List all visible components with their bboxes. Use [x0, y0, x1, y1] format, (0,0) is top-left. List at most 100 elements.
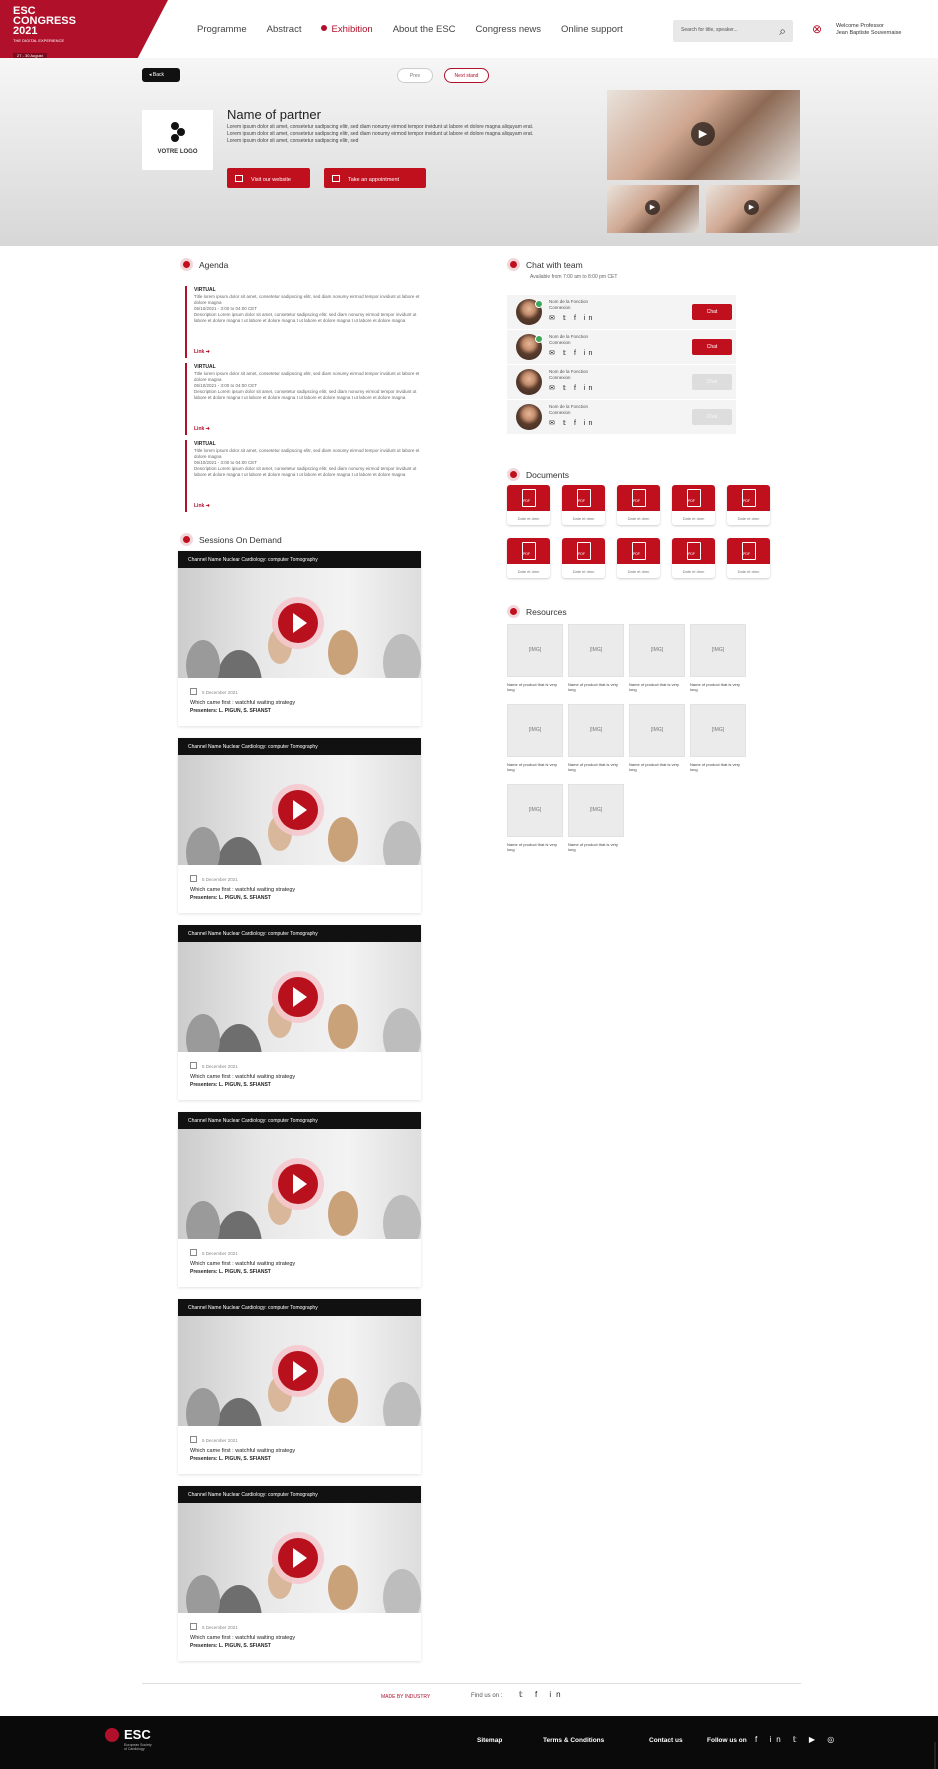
- pdf-icon: [617, 485, 660, 511]
- partner-video-thumb[interactable]: ▶: [706, 185, 800, 233]
- audience-figure: [186, 1014, 220, 1052]
- take-appointment-button[interactable]: Take an appointment: [324, 168, 426, 188]
- play-icon[interactable]: ▶: [744, 200, 759, 215]
- session-card[interactable]: Channel Name Nuclear Cardiology: compute…: [178, 1299, 421, 1474]
- nav-about-the-esc[interactable]: About the ESC: [393, 24, 456, 35]
- member-social-icons[interactable]: ✉ 𝕥 f in: [549, 419, 595, 427]
- resource-label: Name of product that is very long: [629, 762, 680, 772]
- back-button[interactable]: ◂ Back: [142, 68, 180, 82]
- session-thumbnail[interactable]: [178, 1503, 421, 1613]
- page: ESC CONGRESS 2021 THE DIGITAL EXPERIENCE…: [0, 0, 938, 1769]
- site-header: ESC CONGRESS 2021 THE DIGITAL EXPERIENCE…: [0, 0, 938, 58]
- resource-item[interactable]: [IMG] Name of product that is very long: [507, 704, 564, 779]
- session-card[interactable]: Channel Name Nuclear Cardiology: compute…: [178, 738, 421, 913]
- agenda-item-title: Title lorem ipsum dolor sit amet, conset…: [194, 371, 420, 382]
- footer-link-contact[interactable]: Contact us: [649, 1737, 683, 1744]
- resource-item[interactable]: [IMG] Name of product that is very long: [690, 704, 747, 779]
- session-thumbnail[interactable]: [178, 942, 421, 1052]
- partner-social-icons[interactable]: 𝕥 f in: [519, 1690, 566, 1699]
- session-thumbnail[interactable]: [178, 755, 421, 865]
- audience-figure: [383, 634, 421, 678]
- document-item[interactable]: Date et dmn: [672, 538, 715, 578]
- pdf-icon: [617, 538, 660, 564]
- member-social-icons[interactable]: ✉ 𝕥 f in: [549, 314, 595, 322]
- nav-exhibition[interactable]: Exhibition: [321, 24, 372, 35]
- session-thumbnail[interactable]: [178, 1316, 421, 1426]
- agenda-item-link[interactable]: Link ➜: [194, 503, 210, 509]
- resource-label: Name of product that is very long: [568, 682, 619, 692]
- resource-item[interactable]: [IMG] Name of product that is very long: [690, 624, 747, 699]
- play-icon[interactable]: [278, 603, 318, 643]
- play-icon[interactable]: [278, 1351, 318, 1391]
- play-icon[interactable]: [278, 1538, 318, 1578]
- search-input[interactable]: Search for title, speaker... ⌕: [673, 20, 793, 42]
- agenda-item-link[interactable]: Link ➜: [194, 426, 210, 432]
- document-item[interactable]: Date et dmn: [672, 485, 715, 525]
- agenda-item-title: Title lorem ipsum dolor sit amet, conset…: [194, 294, 420, 305]
- session-card[interactable]: Channel Name Nuclear Cardiology: compute…: [178, 925, 421, 1100]
- document-label: Date et dmn: [627, 569, 650, 574]
- document-item[interactable]: Date et dmn: [562, 538, 605, 578]
- footer-logo[interactable]: ESC: [124, 1727, 151, 1742]
- session-card[interactable]: Channel Name Nuclear Cardiology: compute…: [178, 1486, 421, 1661]
- play-icon[interactable]: [278, 977, 318, 1017]
- nav-programme[interactable]: Programme: [197, 24, 247, 35]
- document-item[interactable]: Date et dmn: [617, 485, 660, 525]
- pdf-icon: [727, 485, 770, 511]
- resource-item[interactable]: [IMG] Name of product that is very long: [568, 624, 625, 699]
- resource-item[interactable]: [IMG] Name of product that is very long: [568, 704, 625, 779]
- session-card[interactable]: Channel Name Nuclear Cardiology: compute…: [178, 551, 421, 726]
- footer-link-sitemap[interactable]: Sitemap: [477, 1737, 502, 1744]
- document-item[interactable]: Date et dmn: [562, 485, 605, 525]
- prev-stand-button[interactable]: Prev: [397, 68, 433, 83]
- document-item[interactable]: Date et dmn: [507, 485, 550, 525]
- document-item[interactable]: Date et dmn: [617, 538, 660, 578]
- member-social-icons[interactable]: ✉ 𝕥 f in: [549, 349, 595, 357]
- chat-button-disabled: Chat: [692, 374, 732, 390]
- play-icon[interactable]: ▶: [645, 200, 660, 215]
- session-thumbnail[interactable]: [178, 568, 421, 678]
- footer-follow-label: Follow us on: [707, 1737, 747, 1744]
- session-thumbnail[interactable]: [178, 1129, 421, 1239]
- page-edge-divider: [934, 1742, 936, 1769]
- audience-figure: [383, 1008, 421, 1052]
- audience-figure: [328, 817, 358, 862]
- resource-item[interactable]: [IMG] Name of product that is very long: [568, 784, 625, 859]
- agenda-item: VIRTUAL Title lorem ipsum dolor sit amet…: [185, 440, 430, 512]
- session-title: Which came first : watchful waiting stra…: [190, 1261, 296, 1267]
- resource-item[interactable]: [IMG] Name of product that is very long: [629, 624, 686, 699]
- document-item[interactable]: Date et dmn: [727, 538, 770, 578]
- play-icon[interactable]: ▶: [691, 122, 715, 146]
- esc-congress-logo[interactable]: ESC CONGRESS 2021 THE DIGITAL EXPERIENCE…: [0, 0, 168, 58]
- chat-button[interactable]: Chat: [692, 339, 732, 355]
- agenda-item-description: Description Lorem ipsum dolor sit amet, …: [194, 389, 417, 400]
- partner-video-main[interactable]: ▶: [607, 90, 800, 180]
- member-name: Nom de la Fonction: [549, 369, 589, 374]
- member-social-icons[interactable]: ✉ 𝕥 f in: [549, 384, 595, 392]
- next-stand-button[interactable]: Next stand: [444, 68, 489, 83]
- session-date: 5 December 2021: [190, 1436, 421, 1443]
- resource-item[interactable]: [IMG] Name of product that is very long: [629, 704, 686, 779]
- search-icon[interactable]: ⌕: [779, 24, 786, 39]
- agenda-item-link[interactable]: Link ➜: [194, 349, 210, 355]
- session-card[interactable]: Channel Name Nuclear Cardiology: compute…: [178, 1112, 421, 1287]
- play-icon[interactable]: [278, 1164, 318, 1204]
- nav-abstract[interactable]: Abstract: [267, 24, 302, 35]
- footer-social-icons[interactable]: f in 𝕥 ▶ ◎: [755, 1735, 839, 1744]
- agenda-item-description: Description Lorem ipsum dolor sit amet, …: [194, 466, 417, 477]
- play-icon[interactable]: [278, 790, 318, 830]
- session-date: 5 December 2021: [190, 1249, 421, 1256]
- nav-online-support[interactable]: Online support: [561, 24, 623, 35]
- resource-item[interactable]: [IMG] Name of product that is very long: [507, 784, 564, 859]
- visit-website-button[interactable]: Visit our website: [227, 168, 310, 188]
- audience-figure: [216, 1585, 262, 1613]
- resource-image: [IMG]: [507, 784, 563, 837]
- document-item[interactable]: Date et dmn: [507, 538, 550, 578]
- footer-link-terms[interactable]: Terms & Conditions: [543, 1737, 604, 1744]
- resource-item[interactable]: [IMG] Name of product that is very long: [507, 624, 564, 699]
- made-by-industry-link[interactable]: MADE BY INDUSTRY: [381, 1694, 430, 1700]
- document-item[interactable]: Date et dmn: [727, 485, 770, 525]
- partner-video-thumb[interactable]: ▶: [607, 185, 699, 233]
- chat-button[interactable]: Chat: [692, 304, 732, 320]
- nav-congress-news[interactable]: Congress news: [476, 24, 541, 35]
